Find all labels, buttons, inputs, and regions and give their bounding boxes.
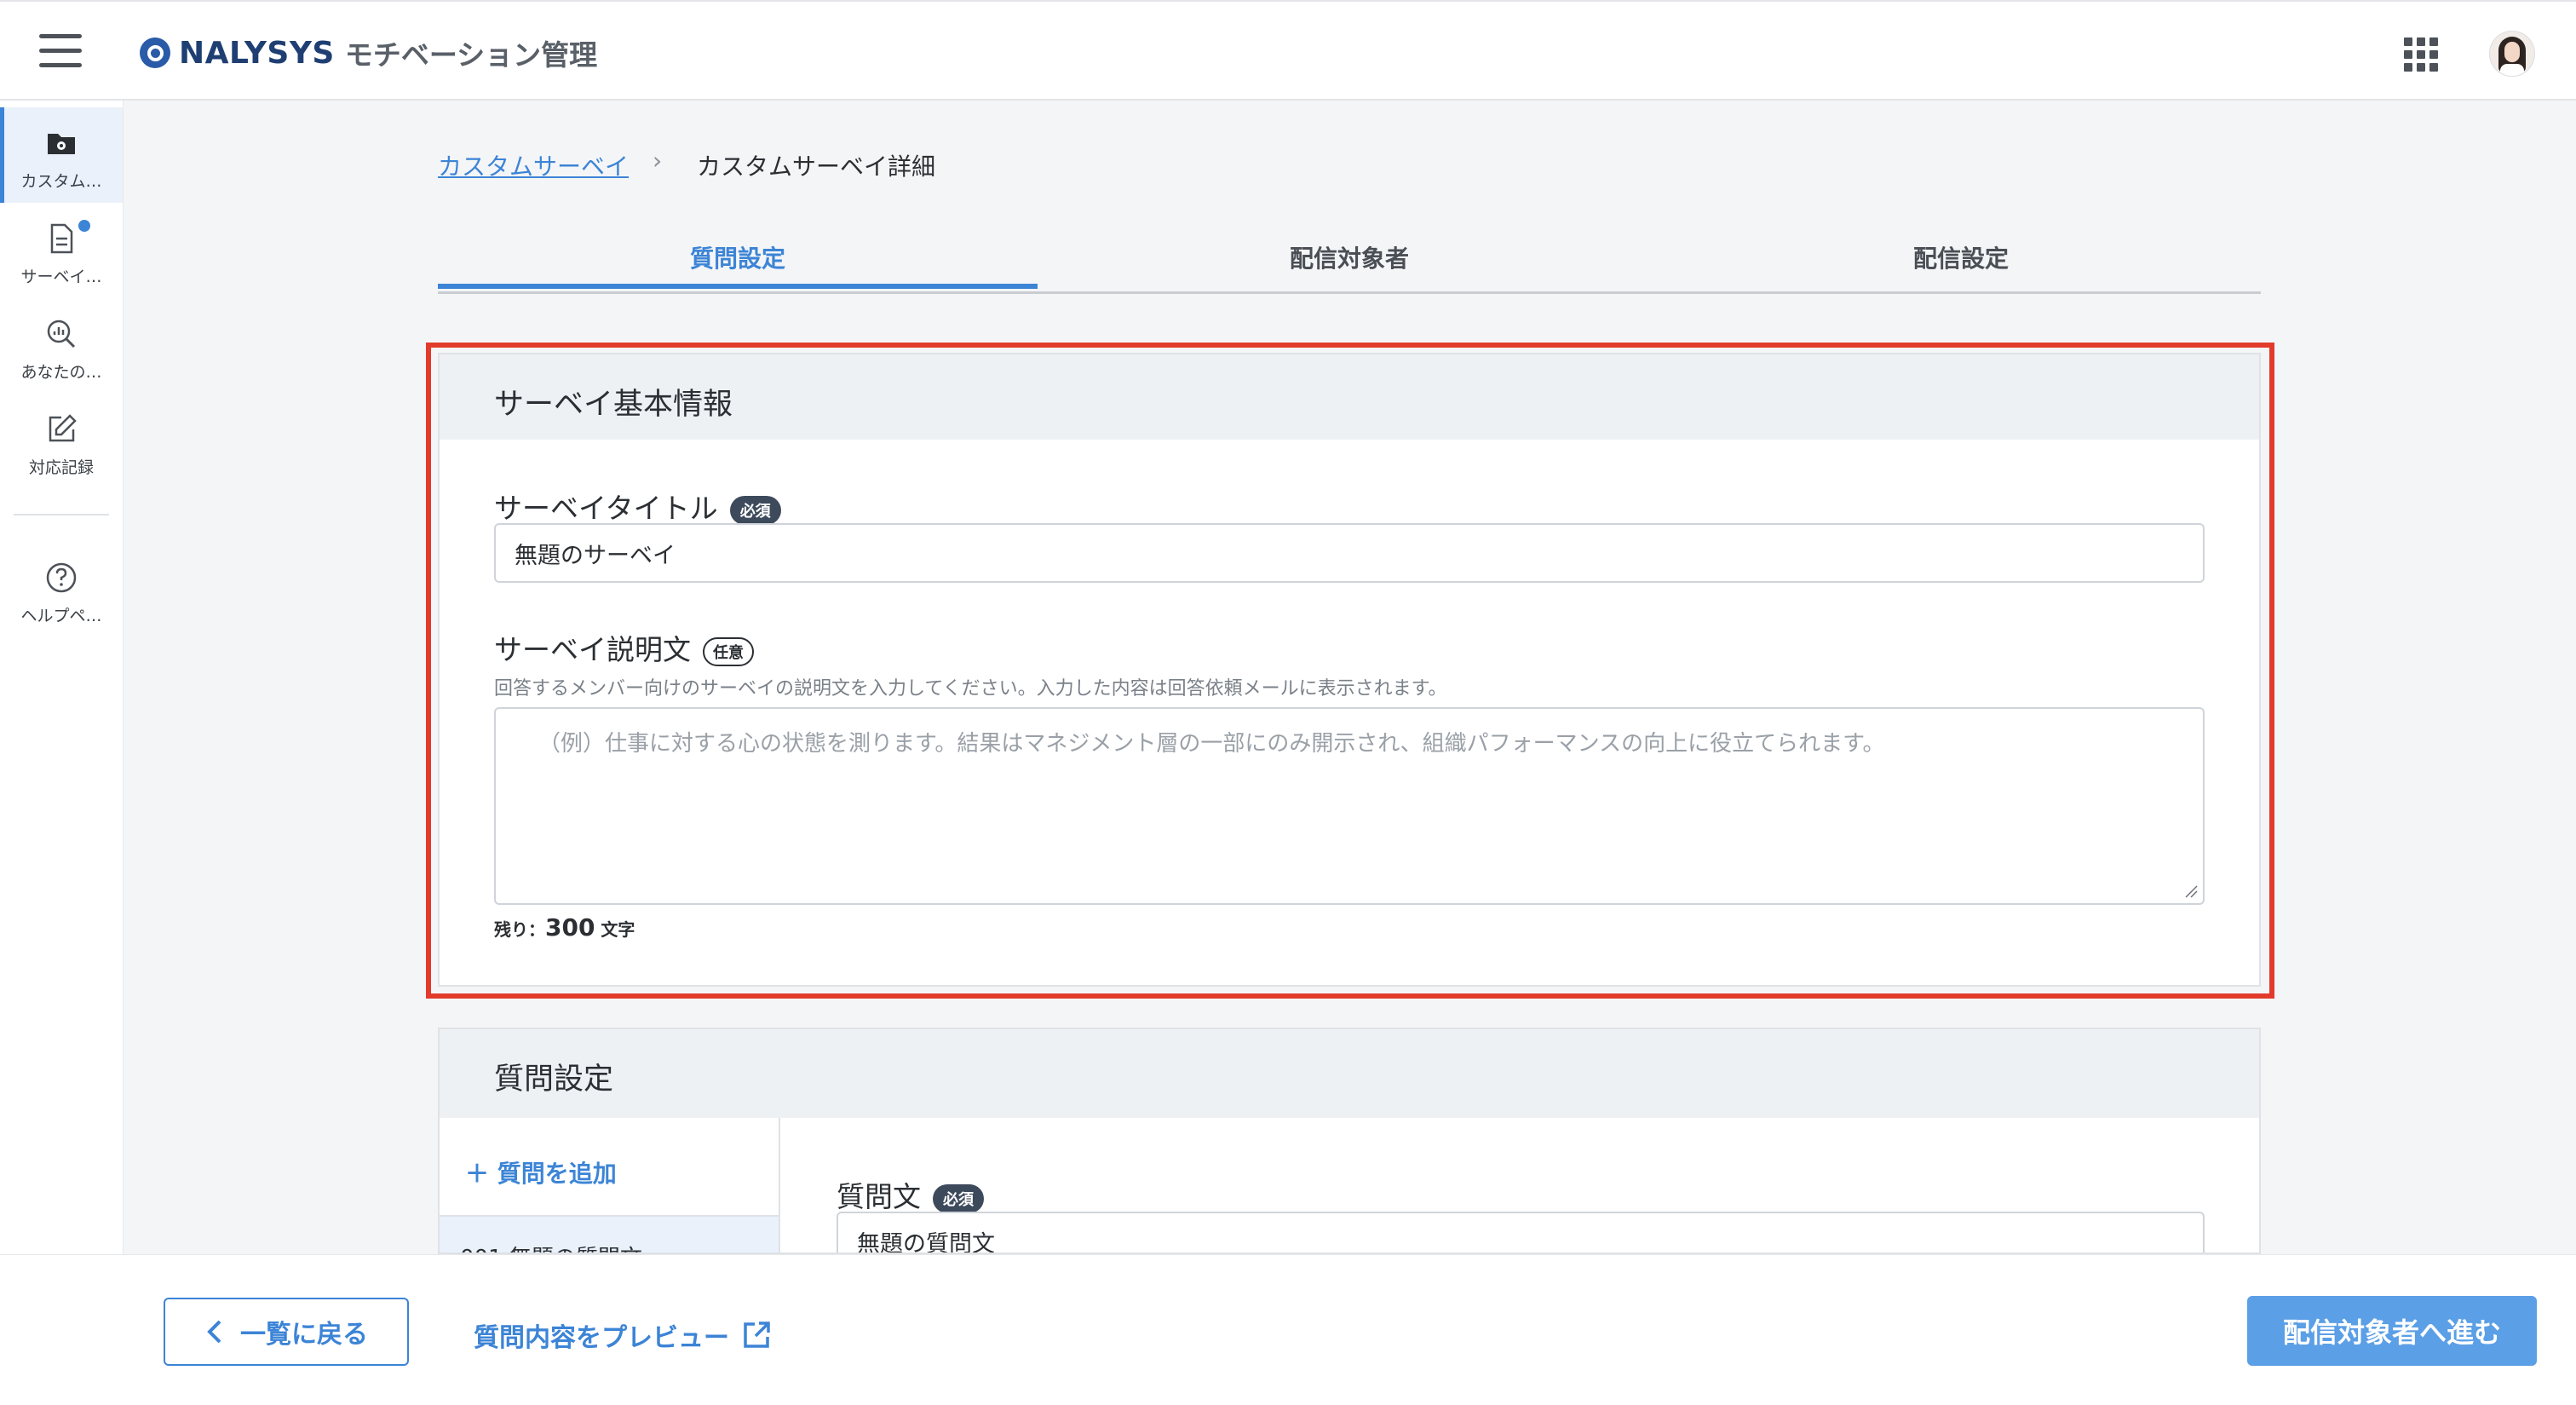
logo-mark-icon bbox=[140, 37, 170, 68]
app-subtitle: モチベーション管理 bbox=[344, 38, 598, 72]
breadcrumb-current: カスタムサーベイ詳細 bbox=[697, 153, 936, 181]
help-circle-icon bbox=[46, 562, 77, 593]
breadcrumb-parent-link[interactable]: カスタムサーベイ bbox=[438, 148, 629, 182]
add-question-label: 質問を追加 bbox=[497, 1160, 617, 1188]
add-question-button[interactable]: ＋ 質問を追加 bbox=[465, 1155, 617, 1189]
section-title: 質問設定 bbox=[494, 1062, 614, 1097]
question-text-input[interactable]: 無題の質問文 bbox=[837, 1212, 2205, 1252]
grid-apps-icon[interactable] bbox=[2404, 37, 2438, 72]
highlight-frame bbox=[426, 343, 2274, 999]
document-icon bbox=[50, 223, 73, 254]
tab-recipients[interactable]: 配信対象者 bbox=[1049, 240, 1649, 274]
sidebar-item-label: カスタム… bbox=[20, 172, 102, 191]
question-text-label: 質問文 必須 bbox=[837, 1174, 984, 1215]
logo-text: NALYSYS bbox=[179, 35, 335, 71]
question-list-item-label: 001 無題の質問文 bbox=[460, 1241, 642, 1252]
avatar[interactable] bbox=[2489, 31, 2535, 77]
preview-questions-link[interactable]: 質問内容をプレビュー bbox=[474, 1316, 772, 1354]
question-settings-card: 質問設定 ＋ 質問を追加 001 無題の質問文 質問文必須 無題の質問文 bbox=[438, 1028, 2261, 1254]
question-text-label-text: 質問文 bbox=[837, 1180, 921, 1213]
folder-gear-icon bbox=[48, 134, 75, 154]
sidebar-item-label: 対応記録 bbox=[28, 458, 94, 477]
card-header: 質問設定 bbox=[440, 1029, 2259, 1118]
sidebar-item-survey[interactable]: サーベイ… bbox=[0, 203, 123, 298]
external-link-icon bbox=[744, 1322, 770, 1348]
edit-icon bbox=[49, 414, 77, 442]
chevron-left-icon bbox=[207, 1320, 221, 1344]
back-to-list-button[interactable]: 一覧に戻る bbox=[164, 1298, 409, 1366]
plus-icon: ＋ bbox=[465, 1160, 497, 1188]
tab-bar: 質問設定 配信対象者 配信設定 bbox=[438, 230, 2261, 294]
sidebar-item-label: サーベイ… bbox=[20, 268, 102, 286]
sidebar-divider bbox=[14, 514, 109, 515]
tab-delivery-settings[interactable]: 配信設定 bbox=[1661, 240, 2261, 274]
sidebar-item-label: あなたの… bbox=[20, 363, 102, 382]
preview-questions-label: 質問内容をプレビュー bbox=[474, 1323, 729, 1353]
top-header: NALYSYS モチベーション管理 bbox=[0, 0, 2576, 101]
active-tab-indicator bbox=[438, 284, 1038, 289]
question-list-item[interactable]: 001 無題の質問文 bbox=[440, 1215, 779, 1252]
question-list: ＋ 質問を追加 001 無題の質問文 bbox=[440, 1118, 780, 1252]
app-logo[interactable]: NALYSYS モチベーション管理 bbox=[140, 34, 597, 72]
breadcrumb-separator: › bbox=[653, 147, 663, 175]
sidebar-item-records[interactable]: 対応記録 bbox=[0, 394, 123, 489]
sidebar-item-custom-survey[interactable]: カスタム… bbox=[0, 107, 123, 203]
hamburger-icon[interactable] bbox=[39, 34, 82, 68]
footer-bar: 一覧に戻る 質問内容をプレビュー 配信対象者へ進む bbox=[0, 1254, 2576, 1405]
tab-question-settings[interactable]: 質問設定 bbox=[438, 240, 1038, 274]
sidebar-item-label: ヘルプペ… bbox=[20, 607, 102, 625]
sidebar-item-help[interactable]: ヘルプペ… bbox=[0, 542, 123, 637]
search-chart-icon bbox=[47, 320, 76, 348]
proceed-to-recipients-button[interactable]: 配信対象者へ進む bbox=[2247, 1296, 2537, 1366]
back-to-list-label: 一覧に戻る bbox=[240, 1320, 368, 1350]
sidebar-item-your-results[interactable]: あなたの… bbox=[0, 298, 123, 394]
notification-dot bbox=[78, 220, 90, 232]
required-badge: 必須 bbox=[933, 1183, 984, 1213]
sidebar: カスタム… サーベイ… あなたの… 対応記録 ヘルプペ… bbox=[0, 101, 124, 1254]
